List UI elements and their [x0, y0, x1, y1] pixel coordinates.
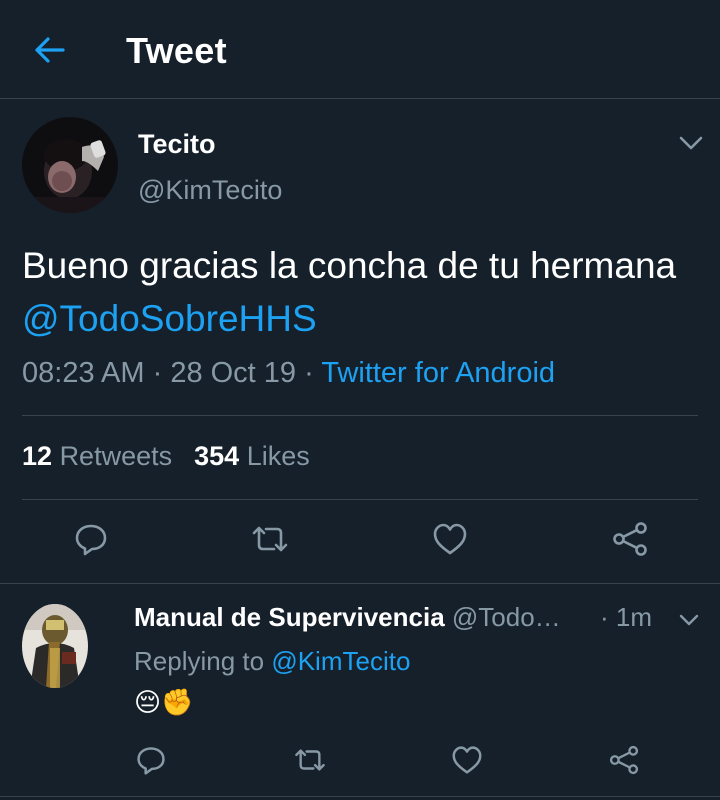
reply-actions — [0, 742, 720, 778]
share-button[interactable] — [610, 519, 650, 559]
tweet-actions — [0, 519, 720, 559]
main-tweet: Tecito @KimTecito Bueno gracias la conch… — [0, 99, 720, 584]
like-button[interactable] — [430, 519, 470, 559]
reply-icon — [135, 744, 167, 776]
reply-tweet[interactable]: Manual de Supervivencia @Todo… · 1m Repl… — [0, 584, 720, 797]
meta-separator: · — [296, 357, 322, 389]
chevron-down-icon[interactable] — [678, 612, 700, 628]
retweets-stat[interactable]: 12 Retweets — [22, 441, 172, 471]
replying-prefix: Replying to — [134, 646, 272, 676]
avatar[interactable] — [22, 117, 118, 213]
reply-author-name[interactable]: Manual de Supervivencia — [134, 602, 445, 632]
retweet-icon — [293, 744, 327, 776]
tweet-body: Bueno gracias la concha de tu hermana — [22, 245, 677, 286]
reply-icon — [73, 521, 109, 557]
share-icon — [611, 521, 649, 557]
avatar[interactable] — [22, 604, 88, 688]
likes-count: 354 — [194, 441, 240, 471]
back-button[interactable] — [30, 32, 70, 68]
reply-author-handle[interactable]: @Todo… — [452, 602, 561, 632]
tweet-stats: 12 Retweets 354 Likes — [22, 441, 310, 472]
meta-separator: · — [144, 357, 171, 389]
arrow-left-icon — [35, 37, 65, 63]
retweet-icon — [250, 521, 290, 557]
reply-text: 😔✊ — [134, 687, 194, 717]
top-bar: Tweet — [0, 0, 720, 99]
tweet-date: 28 Oct 19 — [170, 357, 297, 389]
replying-to: Replying to @KimTecito — [134, 646, 410, 677]
replying-to-mention[interactable]: @KimTecito — [271, 646, 410, 676]
page-title: Tweet — [126, 30, 227, 71]
app: Tweet Tecito @KimTecito Bueno gracias la — [0, 0, 720, 800]
retweets-label: Retweets — [59, 441, 173, 471]
author-name[interactable]: Tecito — [138, 129, 216, 160]
divider — [22, 499, 698, 500]
divider — [22, 415, 698, 416]
share-button[interactable] — [606, 742, 642, 778]
retweet-button[interactable] — [292, 742, 328, 778]
reply-button[interactable] — [133, 742, 169, 778]
like-button[interactable] — [449, 742, 485, 778]
share-icon — [608, 745, 640, 775]
tweet-meta: 08:23 AM · 28 Oct 19 · Twitter for Andro… — [22, 357, 555, 390]
retweets-count: 12 — [22, 441, 53, 471]
heart-icon — [432, 522, 468, 556]
chevron-down-icon[interactable] — [678, 133, 704, 153]
reply-header: Manual de Supervivencia @Todo… — [134, 602, 561, 633]
retweet-button[interactable] — [250, 519, 290, 559]
reply-button[interactable] — [71, 519, 111, 559]
reply-timestamp: · 1m — [600, 602, 652, 632]
tweet-text: Bueno gracias la concha de tu hermana @T… — [22, 239, 692, 345]
heart-icon — [451, 745, 483, 775]
likes-stat[interactable]: 354 Likes — [194, 441, 310, 471]
author-handle[interactable]: @KimTecito — [138, 175, 282, 206]
mention-link[interactable]: @TodoSobreHHS — [22, 298, 317, 339]
tweet-time: 08:23 AM — [22, 357, 145, 389]
likes-label: Likes — [246, 441, 310, 471]
tweet-source-link[interactable]: Twitter for Android — [321, 357, 555, 389]
